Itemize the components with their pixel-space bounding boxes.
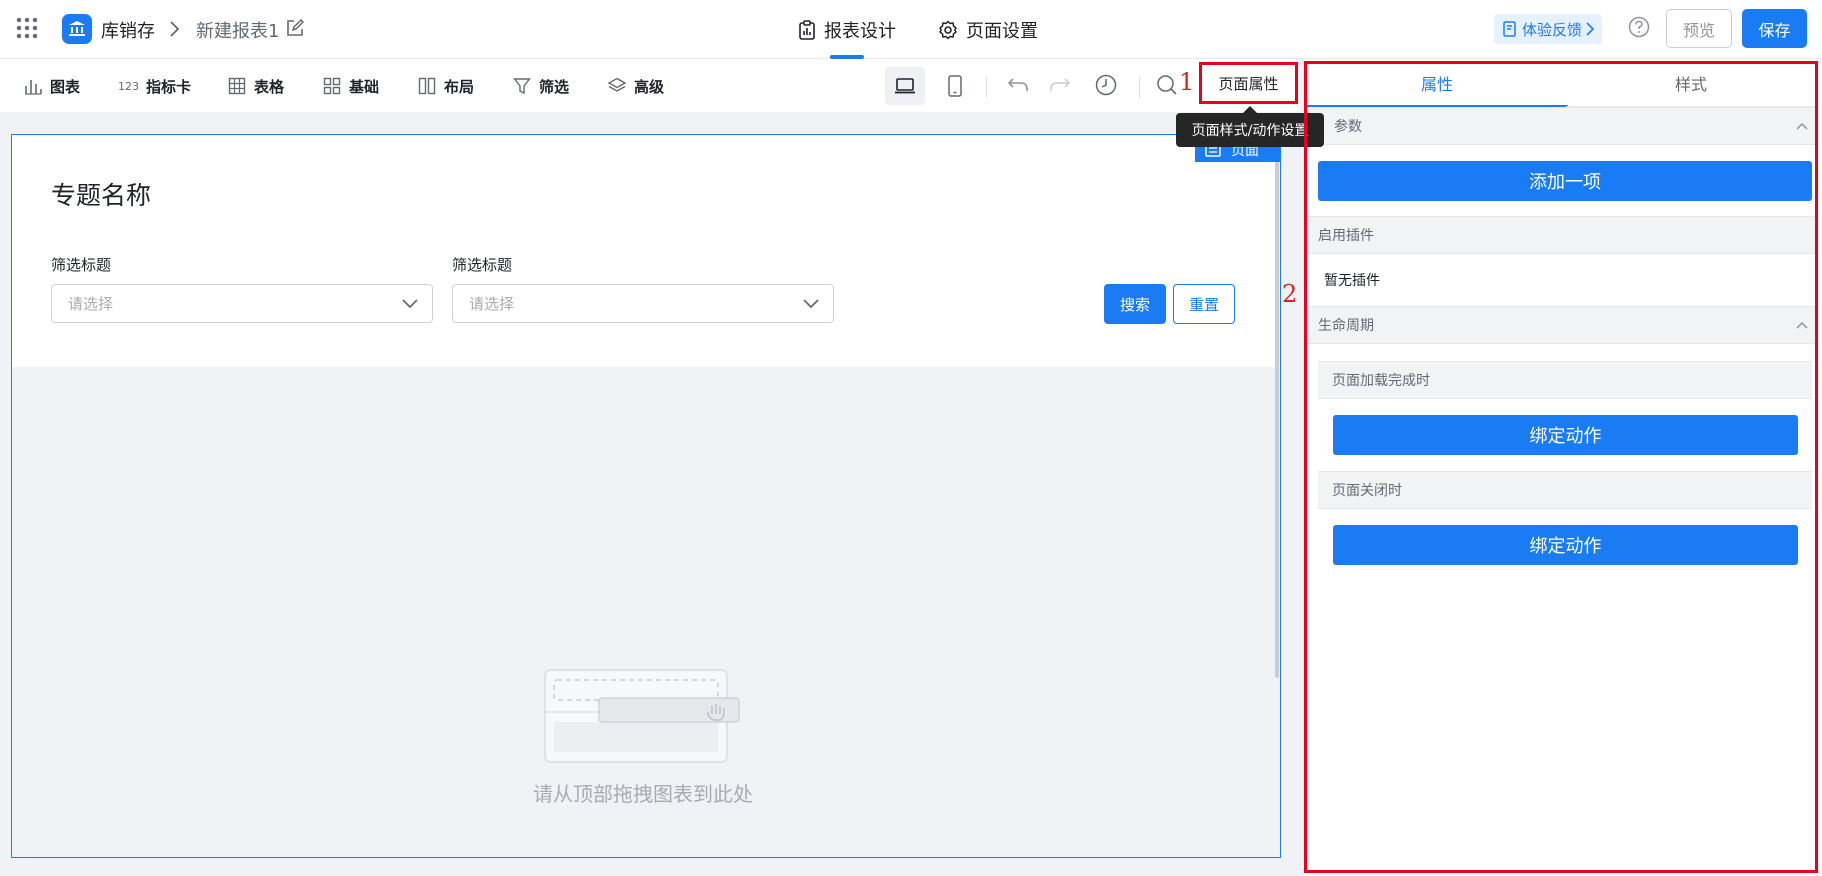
chevron-down-icon [402, 299, 418, 309]
bind-action-button-on-close[interactable]: 绑定动作 [1333, 525, 1798, 565]
redo-icon[interactable] [1049, 74, 1071, 96]
plugins-section-header: 启用插件 [1306, 216, 1816, 254]
filter-select-1[interactable]: 请选择 [51, 284, 433, 323]
plugins-section-title: 启用插件 [1318, 228, 1374, 244]
canvas-scrollbar[interactable] [1275, 148, 1279, 678]
toolbar-metric-card-label: 指标卡 [146, 77, 192, 96]
lifecycle-section-header[interactable]: 生命周期 [1306, 306, 1816, 344]
undo-icon[interactable] [1007, 74, 1029, 96]
gear-icon [938, 19, 958, 40]
toolbar-chart[interactable]: 图表 [24, 60, 80, 112]
toolbar-basic[interactable]: 基础 [323, 60, 379, 112]
bar-chart-icon [24, 77, 42, 95]
annotation-number-1: 1 [1179, 68, 1195, 96]
filter-select-2[interactable]: 请选择 [452, 284, 834, 323]
layout-columns-icon [418, 77, 436, 95]
toolbar-advanced-label: 高级 [634, 77, 665, 96]
bank-icon [69, 21, 85, 36]
topic-title[interactable]: 专题名称 [51, 176, 151, 212]
filter-select-2-placeholder: 请选择 [469, 295, 515, 313]
chevron-up-icon [1796, 122, 1808, 130]
toolbar-chart-label: 图表 [50, 77, 81, 96]
reset-button[interactable]: 重置 [1173, 284, 1235, 324]
desktop-view-button[interactable] [885, 67, 925, 105]
basic-blocks-icon [323, 77, 341, 95]
bind-action-button-on-load[interactable]: 绑定动作 [1333, 415, 1798, 455]
search-icon[interactable] [1156, 74, 1178, 96]
save-button[interactable]: 保存 [1742, 9, 1807, 48]
tab-page-settings-label: 页面设置 [966, 20, 1038, 42]
report-name: 新建报表1 [196, 21, 280, 42]
chevron-right-icon [168, 20, 180, 38]
empty-canvas-hint: 请从顶部拖拽图表到此处 [533, 782, 753, 806]
tab-page-settings[interactable]: 页面设置 [938, 0, 1038, 59]
params-section-title: 参数 [1334, 119, 1362, 135]
params-section-header[interactable]: 参数 [1306, 107, 1816, 145]
filter-label-2: 筛选标题 [452, 256, 513, 274]
toolbar-divider [986, 76, 987, 98]
feedback-label: 体验反馈 [1522, 20, 1583, 39]
toolbar-filter[interactable]: 筛选 [513, 60, 569, 112]
on-close-header: 页面关闭时 [1318, 471, 1812, 509]
feedback-button[interactable]: 体验反馈 [1494, 14, 1603, 44]
toolbar-advanced[interactable]: 高级 [608, 60, 664, 112]
filter-label-1: 筛选标题 [51, 256, 112, 274]
no-plugin-text: 暂无插件 [1324, 273, 1380, 289]
toolbar-layout-label: 布局 [444, 77, 475, 96]
annotation-number-2: 2 [1282, 280, 1298, 308]
toolbar-basic-label: 基础 [349, 77, 380, 96]
metric-123-icon: 123 [118, 79, 139, 93]
filter-funnel-icon [513, 77, 531, 95]
app-grid-icon[interactable] [16, 17, 38, 39]
mobile-view-button[interactable] [935, 67, 975, 105]
app-name-breadcrumb[interactable]: 库销存 [101, 17, 155, 43]
tab-report-design[interactable]: 报表设计 [798, 0, 896, 59]
active-tab-indicator [830, 55, 864, 59]
drag-drop-placeholder-icon [544, 668, 744, 768]
component-toolbar: 图表 123 指标卡 表格 基础 布局 筛选 高级 [0, 60, 1300, 112]
edit-icon[interactable] [286, 19, 304, 37]
report-design-icon [798, 19, 816, 40]
laptop-icon [894, 77, 916, 95]
toolbar-metric-card[interactable]: 123 指标卡 [118, 60, 191, 112]
tab-properties[interactable]: 属性 [1306, 60, 1568, 107]
table-grid-icon [228, 77, 246, 95]
tab-style[interactable]: 样式 [1566, 60, 1816, 107]
search-button[interactable]: 搜索 [1104, 284, 1166, 324]
toolbar-divider [1139, 76, 1140, 98]
phone-icon [947, 75, 963, 97]
on-load-header: 页面加载完成时 [1318, 361, 1812, 399]
page-style-action-tooltip: 页面样式/动作设置 [1176, 113, 1324, 147]
chevron-right-icon [1586, 22, 1595, 36]
filter-card [12, 135, 1276, 367]
layers-icon [608, 77, 626, 95]
top-bar: 库销存 新建报表1 报表设计 页面设置 体验反馈 预览 保存 [0, 0, 1822, 59]
add-item-button[interactable]: 添加一项 [1318, 161, 1812, 201]
page-properties-button[interactable]: 页面属性 [1199, 62, 1298, 104]
tab-report-design-label: 报表设计 [824, 20, 896, 42]
filter-select-1-placeholder: 请选择 [68, 295, 114, 313]
toolbar-table[interactable]: 表格 [228, 60, 284, 112]
chevron-up-icon [1796, 321, 1808, 329]
toolbar-table-label: 表格 [254, 77, 285, 96]
toolbar-layout[interactable]: 布局 [418, 60, 474, 112]
lifecycle-section-title: 生命周期 [1318, 318, 1374, 334]
app-logo [62, 14, 92, 44]
help-icon[interactable] [1628, 16, 1650, 38]
history-clock-icon[interactable] [1095, 74, 1117, 96]
chevron-down-icon [803, 299, 819, 309]
toolbar-filter-label: 筛选 [539, 77, 570, 96]
feedback-icon [1502, 21, 1518, 37]
preview-button[interactable]: 预览 [1666, 9, 1732, 48]
